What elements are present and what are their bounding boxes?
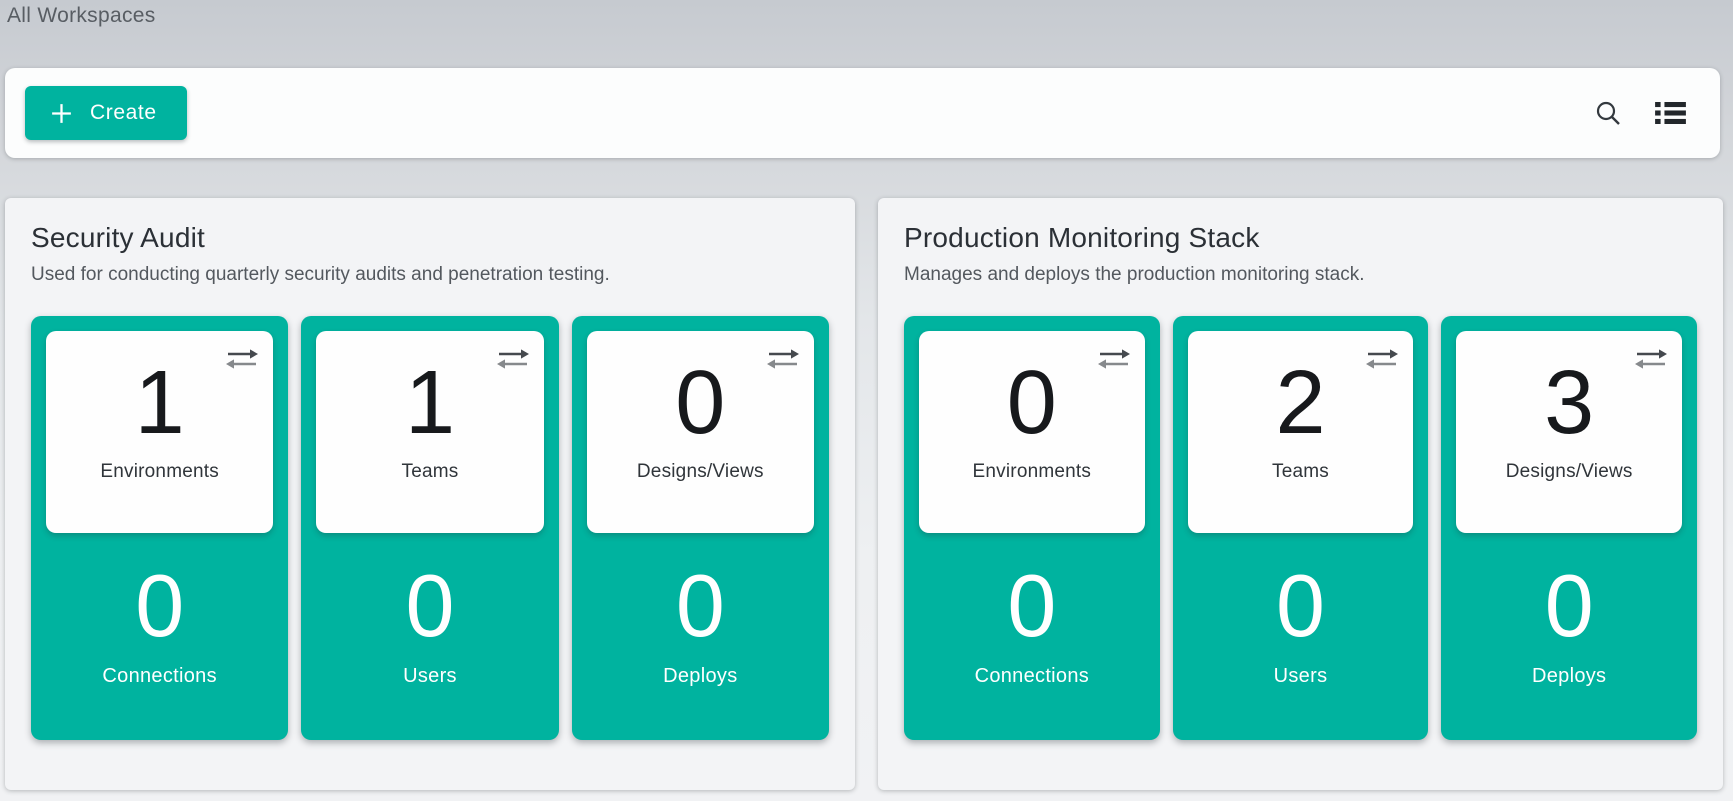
swap-horizontal-icon[interactable] xyxy=(766,346,800,377)
stat-tile-bottom[interactable]: 0 Connections xyxy=(904,533,1160,740)
create-button[interactable]: Create xyxy=(25,86,187,140)
workspace-card[interactable]: Security Audit Used for conducting quart… xyxy=(5,198,855,790)
stat-bottom-value: 0 xyxy=(676,559,725,653)
create-button-label: Create xyxy=(90,101,157,125)
stat-bottom-value: 0 xyxy=(1007,559,1056,653)
stat-top-label: Teams xyxy=(1272,461,1329,483)
stat-tile[interactable]: 2 Teams 0 Users xyxy=(1173,316,1429,740)
page-title: All Workspaces xyxy=(0,0,1733,32)
swap-horizontal-icon[interactable] xyxy=(1097,346,1131,377)
stat-top-value: 2 xyxy=(1275,355,1325,451)
stat-top-value: 3 xyxy=(1544,355,1594,451)
stat-tiles: 0 Environments 0 Connections 2 Teams 0 U… xyxy=(904,316,1697,740)
stat-top-value: 1 xyxy=(135,355,185,451)
stat-tile-bottom[interactable]: 0 Connections xyxy=(31,533,288,740)
stat-tile-top[interactable]: 3 Designs/Views xyxy=(1456,331,1682,533)
workspace-name: Production Monitoring Stack xyxy=(904,220,1697,256)
stat-tile-top[interactable]: 2 Teams xyxy=(1188,331,1414,533)
stat-bottom-label: Users xyxy=(1274,665,1328,688)
stat-top-label: Environments xyxy=(100,461,219,483)
stat-bottom-label: Users xyxy=(403,665,457,688)
workspaces-row: Security Audit Used for conducting quart… xyxy=(5,198,1723,790)
workspace-description: Manages and deploys the production monit… xyxy=(904,262,1697,288)
list-view-icon[interactable] xyxy=(1650,93,1690,133)
workspace-description: Used for conducting quarterly security a… xyxy=(31,262,829,288)
stat-tile-top[interactable]: 0 Environments xyxy=(919,331,1145,533)
stat-bottom-label: Connections xyxy=(975,665,1089,688)
stat-bottom-value: 0 xyxy=(1545,559,1594,653)
stat-tile-bottom[interactable]: 0 Users xyxy=(1173,533,1429,740)
stat-tile-bottom[interactable]: 0 Deploys xyxy=(572,533,829,740)
stat-tile-top[interactable]: 1 Environments xyxy=(46,331,273,533)
stat-tile-bottom[interactable]: 0 Users xyxy=(301,533,558,740)
workspace-card[interactable]: Production Monitoring Stack Manages and … xyxy=(878,198,1723,790)
stat-tile-top[interactable]: 1 Teams xyxy=(316,331,543,533)
stat-bottom-value: 0 xyxy=(1276,559,1325,653)
search-icon[interactable] xyxy=(1588,93,1628,133)
stat-tile[interactable]: 1 Environments 0 Connections xyxy=(31,316,288,740)
stat-top-label: Designs/Views xyxy=(1506,461,1633,483)
plus-icon xyxy=(49,101,74,126)
swap-horizontal-icon[interactable] xyxy=(1365,346,1399,377)
stat-bottom-value: 0 xyxy=(406,559,455,653)
workspace-name: Security Audit xyxy=(31,220,829,256)
stat-bottom-value: 0 xyxy=(135,559,184,653)
swap-horizontal-icon[interactable] xyxy=(496,346,530,377)
swap-horizontal-icon[interactable] xyxy=(225,346,259,377)
stat-bottom-label: Connections xyxy=(102,665,216,688)
stat-top-label: Designs/Views xyxy=(637,461,764,483)
stat-bottom-label: Deploys xyxy=(663,665,737,688)
swap-horizontal-icon[interactable] xyxy=(1634,346,1668,377)
stat-tile[interactable]: 3 Designs/Views 0 Deploys xyxy=(1441,316,1697,740)
stat-tile[interactable]: 1 Teams 0 Users xyxy=(301,316,558,740)
stat-top-value: 0 xyxy=(675,355,725,451)
stat-tile-top[interactable]: 0 Designs/Views xyxy=(587,331,814,533)
stat-top-value: 0 xyxy=(1007,355,1057,451)
stat-tile[interactable]: 0 Designs/Views 0 Deploys xyxy=(572,316,829,740)
stat-tile-bottom[interactable]: 0 Deploys xyxy=(1441,533,1697,740)
toolbar: Create xyxy=(5,68,1720,158)
stat-tile[interactable]: 0 Environments 0 Connections xyxy=(904,316,1160,740)
stat-bottom-label: Deploys xyxy=(1532,665,1606,688)
stat-tiles: 1 Environments 0 Connections 1 Teams 0 U… xyxy=(31,316,829,740)
stat-top-value: 1 xyxy=(405,355,455,451)
stat-top-label: Environments xyxy=(973,461,1092,483)
stat-top-label: Teams xyxy=(402,461,459,483)
